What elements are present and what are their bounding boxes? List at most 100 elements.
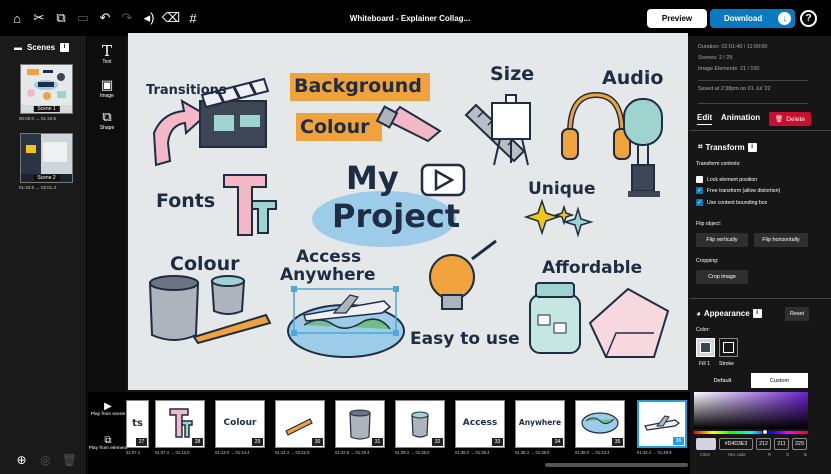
scene-card-1[interactable]: Scene 1 <box>20 64 73 114</box>
grid-icon[interactable]: # <box>182 7 204 29</box>
timeline-element-34[interactable]: Anywhere 34 <box>515 400 565 448</box>
help-icon[interactable]: ? <box>800 10 817 27</box>
headphones-illustration <box>561 91 631 160</box>
red-input[interactable]: 212 <box>756 438 771 450</box>
play-from-element-button[interactable]: ⧉ Play from element <box>88 435 128 452</box>
reset-button[interactable]: Reset <box>785 307 809 321</box>
canvas-text-audio[interactable]: Audio <box>602 67 663 89</box>
delete-label: Delete <box>786 115 806 123</box>
tools-column: T Text ▣ Image ⧉ Shape <box>88 36 126 392</box>
canvas-text-size[interactable]: Size <box>490 63 534 85</box>
text-tool[interactable]: T Text <box>88 44 126 66</box>
delete-scene-icon[interactable]: 🗑 <box>62 453 77 467</box>
canvas-text-easy-to-use[interactable]: Easy to use <box>410 329 520 349</box>
timeline-element-35[interactable]: 35 <box>575 400 625 448</box>
canvas-text-colour-top[interactable]: Colour <box>300 116 369 138</box>
undo-icon[interactable]: ↶ <box>94 7 116 29</box>
color-picker-area[interactable] <box>694 392 808 429</box>
flip-vertically-button[interactable]: Flip vertically <box>696 233 748 247</box>
timeline-element-32[interactable]: 32 <box>395 400 445 448</box>
free-transform-checkbox[interactable]: ✓ <box>696 187 703 194</box>
hue-slider[interactable] <box>694 429 808 435</box>
timeline-element-29[interactable]: Colour 29 <box>215 400 265 448</box>
image-tool[interactable]: ▣ Image <box>88 78 126 100</box>
fill-swatch[interactable] <box>696 338 715 357</box>
info-icon[interactable]: i <box>747 142 757 152</box>
tab-edit[interactable]: Edit <box>697 113 713 125</box>
delete-button[interactable]: 🗑 Delete <box>769 112 811 126</box>
paintbrush-illustration <box>375 105 442 143</box>
timeline-element-31[interactable]: 31 <box>335 400 385 448</box>
preview-button[interactable]: Preview <box>647 9 707 28</box>
timeline-element-36[interactable]: 36 <box>637 400 687 448</box>
canvas-text-anywhere[interactable]: Anywhere <box>280 265 376 285</box>
home-icon[interactable]: ⌂ <box>6 7 28 29</box>
text-tool-label: Text <box>102 59 112 65</box>
globe-plane-illustration <box>287 286 405 358</box>
volume-icon[interactable]: ◂) <box>138 7 160 29</box>
lock-position-checkbox[interactable] <box>696 176 703 183</box>
timeline-element-27[interactable]: ts 27 <box>126 400 149 448</box>
timeline-element-30[interactable]: 30 <box>275 400 325 448</box>
color-caption: Color <box>700 452 711 457</box>
whiteboard-canvas[interactable]: Transitions Background Colour Size Audio… <box>128 33 688 390</box>
thumb-36-number: 36 <box>673 437 684 445</box>
download-button[interactable]: Download ↓ <box>710 9 795 28</box>
thumb-30-number: 30 <box>312 438 323 446</box>
tab-animation[interactable]: Animation <box>721 113 760 122</box>
hex-input[interactable]: #D4D3E3 <box>719 438 753 450</box>
stroke-swatch[interactable] <box>719 338 738 357</box>
trash-icon: 🗑 <box>774 116 784 123</box>
duplicate-scene-icon[interactable]: ◎ <box>39 453 52 467</box>
paste-icon[interactable]: ▭ <box>72 7 94 29</box>
redo-icon[interactable]: ↷ <box>116 7 138 29</box>
hue-slider-handle[interactable] <box>762 429 768 435</box>
canvas-text-affordable[interactable]: Affordable <box>542 258 642 278</box>
scenes-header: ▬ Scenes i <box>14 43 70 52</box>
bounding-box-row[interactable]: ✓ Use content bounding box <box>696 199 767 206</box>
shape-tool-label: Shape <box>99 125 115 131</box>
green-input[interactable]: 211 <box>774 438 789 450</box>
color-mode-tabs: Default Custom <box>694 373 808 388</box>
flip-horizontally-button[interactable]: Flip horizontally <box>754 233 808 247</box>
play-from-scene-button[interactable]: ▶ Play from scene <box>88 401 128 418</box>
canvas-text-unique[interactable]: Unique <box>528 179 596 199</box>
timeline-scrollbar[interactable] <box>545 463 688 467</box>
free-transform-row[interactable]: ✓ Free transform (allow distortion) <box>696 187 780 194</box>
timeline-element-33[interactable]: Access 33 <box>455 400 505 448</box>
fill-label: Fill 1 <box>699 361 710 367</box>
canvas-text-background[interactable]: Background <box>294 75 422 97</box>
thumb-32-time: 01:29.4 → 01:35.0 <box>395 450 430 455</box>
tab-default[interactable]: Default <box>694 373 751 388</box>
info-icon[interactable]: i <box>60 43 70 52</box>
timeline-element-28[interactable]: 28 <box>155 400 205 448</box>
crop-image-button[interactable]: Crop image <box>696 270 748 284</box>
canvas-text-access[interactable]: Access <box>296 247 361 267</box>
info-icon[interactable]: i <box>752 309 762 318</box>
towel-illustration <box>588 287 670 358</box>
shape-tool-icon: ⧉ <box>102 109 112 124</box>
document-title[interactable]: Whiteboard - Explainer Collag... <box>300 14 520 23</box>
canvas-text-my[interactable]: My <box>346 159 399 197</box>
canvas-text-fonts[interactable]: Fonts <box>156 190 215 212</box>
download-label: Download <box>724 14 763 23</box>
shape-tool[interactable]: ⧉ Shape <box>88 109 126 132</box>
current-color-swatch <box>696 438 716 450</box>
scissors-icon[interactable]: ✂ <box>28 7 50 29</box>
scene-card-2[interactable]: Scene 2 <box>20 133 73 183</box>
lock-position-row[interactable]: Lock element position <box>696 176 757 183</box>
thumb-30-time: 01:14.4 → 01:22.9 <box>275 450 310 455</box>
canvas-text-transitions[interactable]: Transitions <box>146 83 227 98</box>
scenes-title: Scenes <box>27 43 56 52</box>
blue-input[interactable]: 229 <box>792 438 807 450</box>
eraser-icon[interactable]: ⌫ <box>160 7 182 29</box>
bounding-box-checkbox[interactable]: ✓ <box>696 199 703 206</box>
add-scene-icon[interactable]: ⊕ <box>15 453 28 467</box>
copy-icon[interactable]: ⧉ <box>50 7 72 29</box>
canvas-text-project[interactable]: Project <box>332 197 460 235</box>
thumb-36-time: 01:43.4 → 01:49.9 <box>637 450 672 455</box>
tab-custom[interactable]: Custom <box>751 373 808 388</box>
thumb-28-time: 01:07.4 → 01:13.0 <box>155 450 190 455</box>
bounding-box-label: Use content bounding box <box>707 199 768 206</box>
canvas-text-colour[interactable]: Colour <box>170 253 239 275</box>
